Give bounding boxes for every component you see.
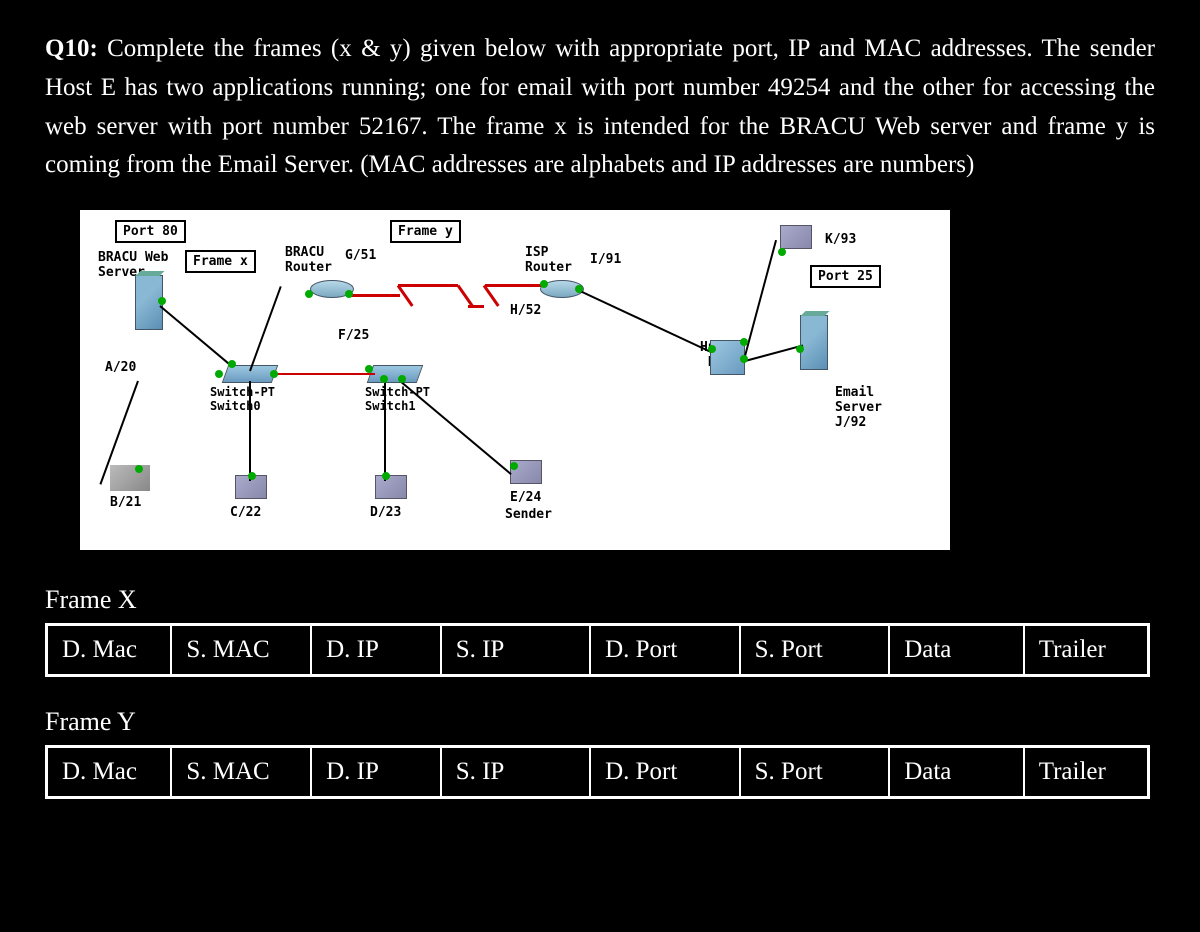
switch0-label: Switch-PT Switch0 — [210, 385, 275, 413]
cell-dip: D. IP — [311, 625, 441, 676]
port-dot — [270, 370, 278, 378]
question-body: Complete the frames (x & y) given below … — [45, 35, 1155, 178]
port-dot — [215, 370, 223, 378]
port-dot — [398, 375, 406, 383]
bracu-router-label: BRACU Router — [285, 245, 332, 275]
port-dot — [345, 290, 353, 298]
port-dot — [796, 345, 804, 353]
port-dot — [778, 248, 786, 256]
cell-trailer: Trailer — [1024, 625, 1149, 676]
a20-label: A/20 — [105, 360, 136, 375]
pc-d-icon — [375, 475, 407, 499]
e24-label: E/24 — [510, 490, 541, 505]
frame-x-label: Frame x — [185, 250, 256, 273]
link — [580, 290, 712, 353]
cell-data: Data — [889, 747, 1024, 798]
frame-y-label: Frame y — [390, 220, 461, 243]
d23-label: D/23 — [370, 505, 401, 520]
link-red — [350, 294, 400, 297]
link-red — [457, 285, 474, 307]
cell-sip: S. IP — [441, 747, 590, 798]
emailserver-label: Email Server J/92 — [835, 385, 882, 430]
network-diagram: Port 80 BRACU Web Server Frame x BRACU R… — [80, 210, 950, 550]
question-prefix: Q10: — [45, 35, 98, 62]
link-red — [398, 284, 458, 287]
link — [249, 381, 251, 481]
cell-dport: D. Port — [590, 747, 740, 798]
frame-y-section: Frame Y D. Mac S. MAC D. IP S. IP D. Por… — [45, 707, 1155, 799]
port-dot — [248, 472, 256, 480]
link-red — [468, 305, 484, 308]
link — [159, 305, 233, 368]
isp-router-label: ISP Router — [525, 245, 572, 275]
cell-smac: S. MAC — [171, 625, 311, 676]
port-dot — [158, 297, 166, 305]
c22-label: C/22 — [230, 505, 261, 520]
port-dot — [575, 285, 583, 293]
pc-k-icon — [780, 225, 812, 249]
link-red — [275, 373, 375, 375]
port-dot — [305, 290, 313, 298]
cell-trailer: Trailer — [1024, 747, 1149, 798]
link-red — [485, 284, 545, 287]
link — [249, 286, 282, 371]
link — [399, 380, 511, 475]
frame-y-table: D. Mac S. MAC D. IP S. IP D. Port S. Por… — [45, 745, 1150, 799]
cell-dport: D. Port — [590, 625, 740, 676]
port80-label: Port 80 — [115, 220, 186, 243]
cell-sport: S. Port — [740, 625, 890, 676]
cell-smac: S. MAC — [171, 747, 311, 798]
link — [744, 240, 777, 356]
frame-x-table: D. Mac S. MAC D. IP S. IP D. Port S. Por… — [45, 623, 1150, 677]
cell-dip: D. IP — [311, 747, 441, 798]
sender-label: Sender — [505, 507, 552, 522]
cell-data: Data — [889, 625, 1024, 676]
cell-dmac: D. Mac — [47, 625, 172, 676]
port-dot — [708, 345, 716, 353]
port-dot — [380, 375, 388, 383]
switch1-icon — [367, 365, 424, 383]
port-dot — [382, 472, 390, 480]
f25-label: F/25 — [338, 328, 369, 343]
port-dot — [365, 365, 373, 373]
i91-label: I/91 — [590, 252, 621, 267]
cell-dmac: D. Mac — [47, 747, 172, 798]
link-red — [483, 285, 500, 307]
port25-label: Port 25 — [810, 265, 881, 288]
b21-label: B/21 — [110, 495, 141, 510]
table-row: D. Mac S. MAC D. IP S. IP D. Port S. Por… — [47, 747, 1149, 798]
port-dot — [228, 360, 236, 368]
table-row: D. Mac S. MAC D. IP S. IP D. Port S. Por… — [47, 625, 1149, 676]
emailserver-icon — [800, 315, 828, 370]
cell-sip: S. IP — [441, 625, 590, 676]
port-dot — [740, 355, 748, 363]
h52-label: H/52 — [510, 303, 541, 318]
link — [384, 381, 386, 481]
link — [745, 345, 803, 362]
port-dot — [135, 465, 143, 473]
frame-x-title: Frame X — [45, 585, 1155, 615]
g51-label: G/51 — [345, 248, 376, 263]
question-text: Q10: Complete the frames (x & y) given b… — [45, 30, 1155, 185]
port-dot — [540, 280, 548, 288]
cell-sport: S. Port — [740, 747, 890, 798]
frame-y-title: Frame Y — [45, 707, 1155, 737]
laptop-b-icon — [110, 465, 150, 491]
k93-label: K/93 — [825, 232, 856, 247]
frame-x-section: Frame X D. Mac S. MAC D. IP S. IP D. Por… — [45, 585, 1155, 677]
port-dot — [510, 462, 518, 470]
port-dot — [740, 338, 748, 346]
